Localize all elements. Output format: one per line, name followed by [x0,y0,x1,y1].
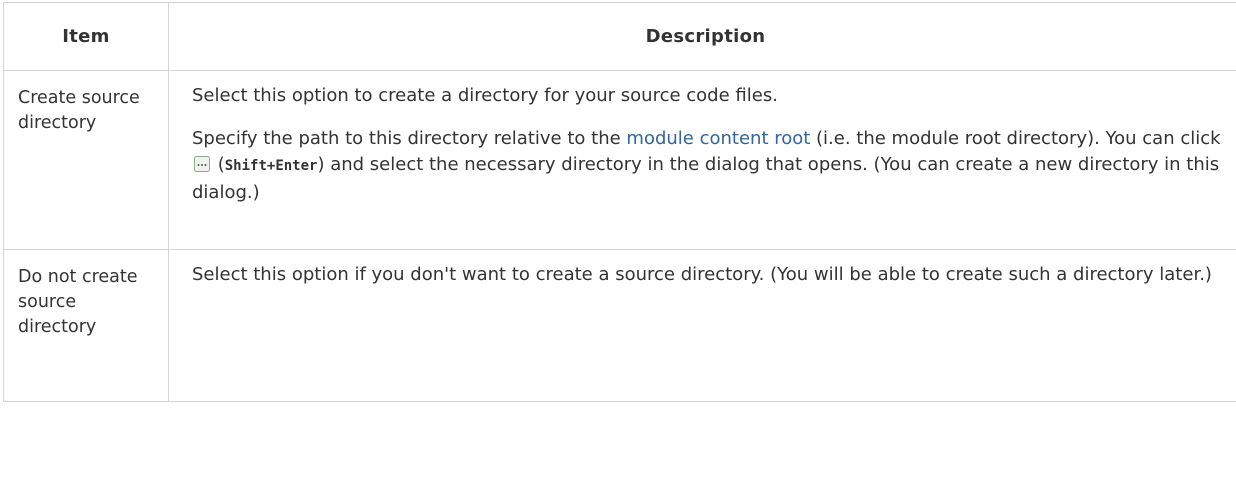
description-text: ( [212,154,225,175]
description-paragraph: Select this option to create a directory… [192,85,778,106]
browse-ellipsis-icon[interactable] [194,154,210,172]
header-description: Description [168,2,1236,71]
item-do-not-create-source-directory: Do not create source directory [3,249,169,402]
options-table: Item Description Create source directory… [3,2,1236,402]
description-text: ) and select the necessary directory in … [192,154,1220,203]
table-row: Create source directory Select this opti… [3,70,1236,250]
description-text: Specify the path to this directory relat… [192,127,627,149]
item-create-source-directory: Create source directory [3,70,169,250]
description-cell: Select this option to create a directory… [168,70,1236,250]
description-paragraph: Specify the path to this directory relat… [192,126,1228,207]
shortcut-shift-enter: Shift+Enter [224,158,318,174]
table-row: Do not create source directory Select th… [3,249,1236,402]
description-paragraph: Select this option if you don't want to … [192,264,1212,285]
description-cell: Select this option if you don't want to … [168,249,1236,402]
module-content-root-link[interactable]: module content root [626,128,810,149]
header-item: Item [3,2,169,71]
description-text: (i.e. the module root directory). You ca… [810,127,1221,149]
table-header-row: Item Description [3,2,1236,71]
